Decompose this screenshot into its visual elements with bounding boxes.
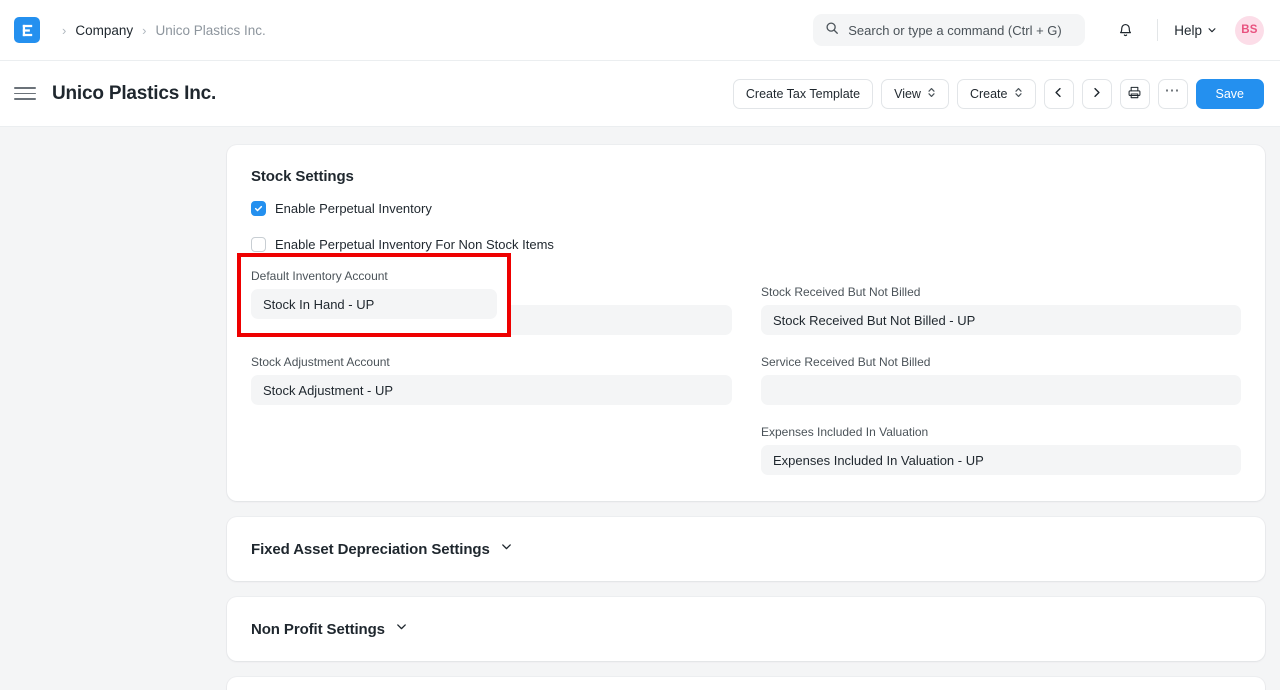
page-title: Unico Plastics Inc. — [52, 83, 216, 105]
view-label: View — [894, 87, 921, 101]
view-button[interactable]: View — [881, 79, 949, 109]
more-options-button[interactable]: ⋯ — [1158, 79, 1188, 109]
field-expenses-included-in-valuation: Expenses Included In Valuation Expenses … — [761, 425, 1241, 475]
next-record-button[interactable] — [1082, 79, 1112, 109]
hamburger-icon[interactable] — [14, 87, 36, 100]
field-input-highlighted[interactable]: Stock In Hand - UP — [251, 289, 497, 319]
collapse-header[interactable]: Fixed Asset Depreciation Settings — [251, 540, 513, 558]
stock-settings-title: Stock Settings — [251, 168, 1241, 185]
create-button[interactable]: Create — [957, 79, 1036, 109]
search-box[interactable] — [813, 14, 1085, 46]
section-fixed-asset-depreciation-settings[interactable]: Fixed Asset Depreciation Settings — [227, 517, 1265, 581]
field-stock-received-but-not-billed: Stock Received But Not Billed Stock Rece… — [761, 285, 1241, 335]
fields-column-left: Default Inventory Account Stock In Hand … — [251, 265, 732, 475]
chevron-down-icon[interactable] — [500, 540, 513, 558]
previous-record-button[interactable] — [1044, 79, 1074, 109]
save-button[interactable]: Save — [1196, 79, 1265, 109]
navbar-divider — [1157, 19, 1158, 41]
printer-icon — [1127, 85, 1142, 103]
checkbox-enable-perpetual-inventory[interactable]: Enable Perpetual Inventory — [251, 201, 1241, 216]
checkbox-input[interactable] — [251, 237, 266, 252]
chevron-down-icon — [1207, 23, 1217, 38]
erpnext-logo-icon[interactable] — [14, 17, 40, 43]
create-tax-template-button[interactable]: Create Tax Template — [733, 79, 873, 109]
stock-settings-fields-grid: Default Inventory Account Stock In Hand … — [251, 265, 1241, 475]
field-label-highlighted: Default Inventory Account — [251, 269, 511, 283]
page-body: Stock Settings Enable Perpetual Inventor… — [0, 127, 1280, 690]
chevron-right-icon — [1090, 86, 1103, 102]
section-title: Fixed Asset Depreciation Settings — [251, 541, 490, 558]
help-menu[interactable]: Help — [1174, 23, 1217, 38]
avatar[interactable]: BS — [1235, 16, 1264, 45]
breadcrumb-separator-1: › — [62, 24, 66, 37]
checkbox-label[interactable]: Enable Perpetual Inventory For Non Stock… — [275, 237, 554, 252]
navbar-right-group: Help BS — [813, 14, 1264, 46]
page-actions: Create Tax Template View Create — [733, 79, 1264, 109]
page-header: Unico Plastics Inc. Create Tax Template … — [0, 61, 1280, 127]
annotation-highlight-content: Default Inventory Account Stock In Hand … — [237, 253, 511, 337]
chevron-down-icon[interactable] — [395, 620, 408, 638]
field-label: Stock Received But Not Billed — [761, 285, 1241, 299]
print-button[interactable] — [1120, 79, 1150, 109]
section-hra-settings[interactable]: HRA Settings — [227, 677, 1265, 690]
help-label: Help — [1174, 23, 1202, 38]
field-label: Expenses Included In Valuation — [761, 425, 1241, 439]
chevron-left-icon — [1052, 86, 1065, 102]
field-label: Stock Adjustment Account — [251, 355, 732, 369]
ellipsis-icon: ⋯ — [1165, 83, 1181, 98]
stock-settings-card: Stock Settings Enable Perpetual Inventor… — [227, 145, 1265, 501]
breadcrumb-item-company[interactable]: Company — [75, 23, 133, 38]
section-title: Non Profit Settings — [251, 621, 385, 638]
breadcrumb: › Company › Unico Plastics Inc. — [53, 23, 266, 38]
field-label: Service Received But Not Billed — [761, 355, 1241, 369]
field-service-received-but-not-billed: Service Received But Not Billed — [761, 355, 1241, 405]
checkbox-enable-perpetual-inventory-non-stock[interactable]: Enable Perpetual Inventory For Non Stock… — [251, 237, 1241, 252]
select-chevrons-icon — [927, 86, 936, 102]
field-input[interactable]: Stock Received But Not Billed - UP — [761, 305, 1241, 335]
field-input[interactable] — [761, 375, 1241, 405]
checkbox-label[interactable]: Enable Perpetual Inventory — [275, 201, 432, 216]
fields-column-right: Stock Received But Not Billed Stock Rece… — [761, 265, 1241, 475]
create-label: Create — [970, 87, 1008, 101]
field-input[interactable]: Stock Adjustment - UP — [251, 375, 732, 405]
collapse-header[interactable]: Non Profit Settings — [251, 620, 408, 638]
breadcrumb-item-current[interactable]: Unico Plastics Inc. — [155, 23, 265, 38]
breadcrumb-separator-2: › — [142, 24, 146, 37]
field-stock-adjustment-account: Stock Adjustment Account Stock Adjustmen… — [251, 355, 732, 405]
bell-icon[interactable] — [1109, 14, 1141, 46]
search-icon — [825, 21, 839, 40]
select-chevrons-icon — [1014, 86, 1023, 102]
top-navbar: › Company › Unico Plastics Inc. Help — [0, 0, 1280, 61]
checkbox-input[interactable] — [251, 201, 266, 216]
field-input[interactable]: Expenses Included In Valuation - UP — [761, 445, 1241, 475]
section-non-profit-settings[interactable]: Non Profit Settings — [227, 597, 1265, 661]
search-input[interactable] — [848, 23, 1073, 38]
